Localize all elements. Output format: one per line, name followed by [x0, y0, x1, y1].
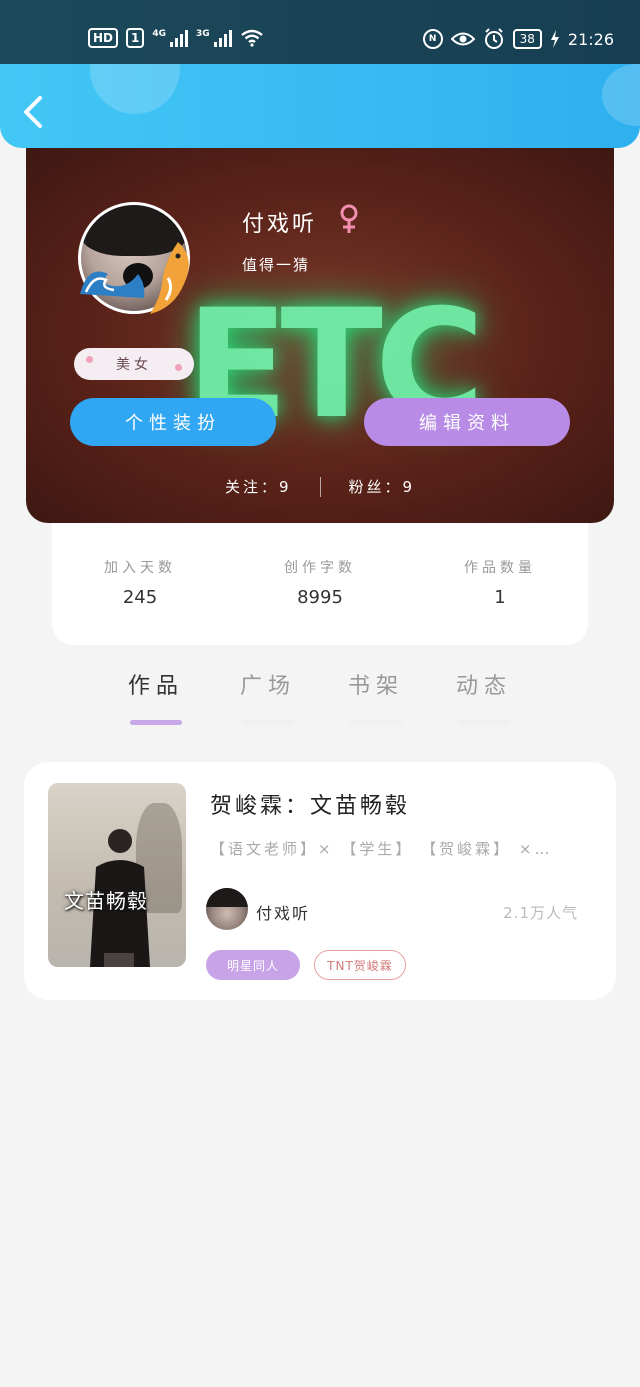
work-card[interactable]: 文苗畅毂 贺峻霖：文苗畅毂 【语文老师】× 【学生】 【贺峻霖】 ×… 付戏听 … — [24, 762, 616, 1000]
status-right: N 38 21:26 — [422, 28, 614, 50]
popularity-count: 2.1万人气 — [503, 904, 578, 922]
category-chip-2[interactable]: TNT贺峻霖 — [314, 950, 406, 980]
followers-count[interactable]: 粉丝：9 — [349, 476, 416, 497]
following-count[interactable]: 关注：9 — [225, 476, 292, 497]
stat-works-count: 作品数量 1 — [430, 557, 570, 608]
stat-word-count: 创作字数 8995 — [250, 557, 390, 608]
tab-label: 作品 — [127, 674, 184, 699]
category-chip[interactable]: 明星同人 — [206, 950, 300, 980]
tab-indicator — [458, 720, 510, 725]
tab-label: 动态 — [455, 674, 512, 699]
hd-indicator: HD — [88, 28, 119, 48]
signal-icon: 4G — [152, 29, 189, 47]
tab-label: 书架 — [347, 674, 404, 699]
tag-decoration-dot — [86, 356, 93, 363]
work-title: 贺峻霖：文苗畅毂 — [210, 794, 411, 819]
edit-profile-button[interactable]: 编辑资料 — [364, 398, 570, 446]
wifi-icon — [240, 29, 263, 47]
stat-label: 作品数量 — [464, 560, 536, 576]
network-type-label-2: 3G — [196, 29, 210, 39]
author-name: 付戏听 — [256, 904, 311, 923]
tab-square[interactable]: 广场 — [228, 668, 308, 725]
username: 付戏听 — [242, 212, 318, 237]
chevron-left-icon[interactable] — [20, 94, 50, 130]
stat-label: 加入天数 — [104, 560, 176, 576]
profile-card: ETC 付戏听 值得一猜 美女 个性装扮 编辑资料 关注：9 粉丝：9 — [26, 148, 614, 523]
tab-bookshelf[interactable]: 书架 — [336, 668, 416, 725]
signal-icon-2: 3G — [196, 29, 232, 47]
tab-indicator — [350, 720, 402, 725]
profile-tag-label: 美女 — [116, 357, 152, 373]
female-icon — [340, 204, 358, 233]
sim-indicator: 1 — [126, 28, 145, 48]
tab-bar: 作品 广场 书架 动态 — [0, 660, 640, 732]
status-bar: HD 1 4G 3G N 38 21:26 — [0, 0, 640, 64]
clock: 21:26 — [567, 29, 614, 49]
author-avatar-hair — [206, 888, 248, 907]
dress-up-button[interactable]: 个性装扮 — [70, 398, 276, 446]
status-left: HD 1 4G 3G — [88, 28, 264, 48]
follow-stats: 关注：9 粉丝：9 — [26, 476, 614, 497]
stat-label: 创作字数 — [284, 560, 356, 576]
divider — [319, 476, 321, 497]
tab-indicator — [242, 720, 294, 725]
stat-join-days: 加入天数 245 — [70, 557, 210, 608]
stat-value: 245 — [122, 587, 158, 608]
top-header — [0, 64, 640, 148]
decorative-bubble — [90, 64, 180, 114]
charging-icon — [550, 30, 559, 48]
author-avatar[interactable] — [206, 888, 248, 930]
battery-indicator: 38 — [512, 29, 542, 49]
network-type-label: 4G — [152, 29, 167, 39]
eye-icon — [450, 32, 475, 46]
tab-label: 广场 — [239, 674, 296, 699]
stat-value: 8995 — [297, 587, 343, 608]
tag-decoration-dot-2 — [175, 364, 182, 371]
work-tags: 【语文老师】× 【学生】 【贺峻霖】 ×… — [210, 840, 553, 858]
tab-activity[interactable]: 动态 — [444, 668, 524, 725]
stats-panel: 加入天数 245 创作字数 8995 作品数量 1 — [52, 523, 588, 645]
cover-title-text: 文苗畅毂 — [64, 889, 148, 913]
stat-value: 1 — [494, 587, 506, 608]
decorative-bubble-2 — [602, 64, 640, 126]
koi-fish-decoration-icon — [150, 242, 189, 314]
user-signature: 值得一猜 — [242, 256, 311, 274]
tab-indicator — [130, 720, 182, 725]
profile-tag-badge: 美女 — [74, 348, 194, 380]
work-cover-image[interactable]: 文苗畅毂 — [48, 783, 186, 967]
alarm-icon — [484, 28, 503, 49]
nfc-icon: N — [422, 29, 443, 49]
tab-works[interactable]: 作品 — [116, 668, 196, 725]
